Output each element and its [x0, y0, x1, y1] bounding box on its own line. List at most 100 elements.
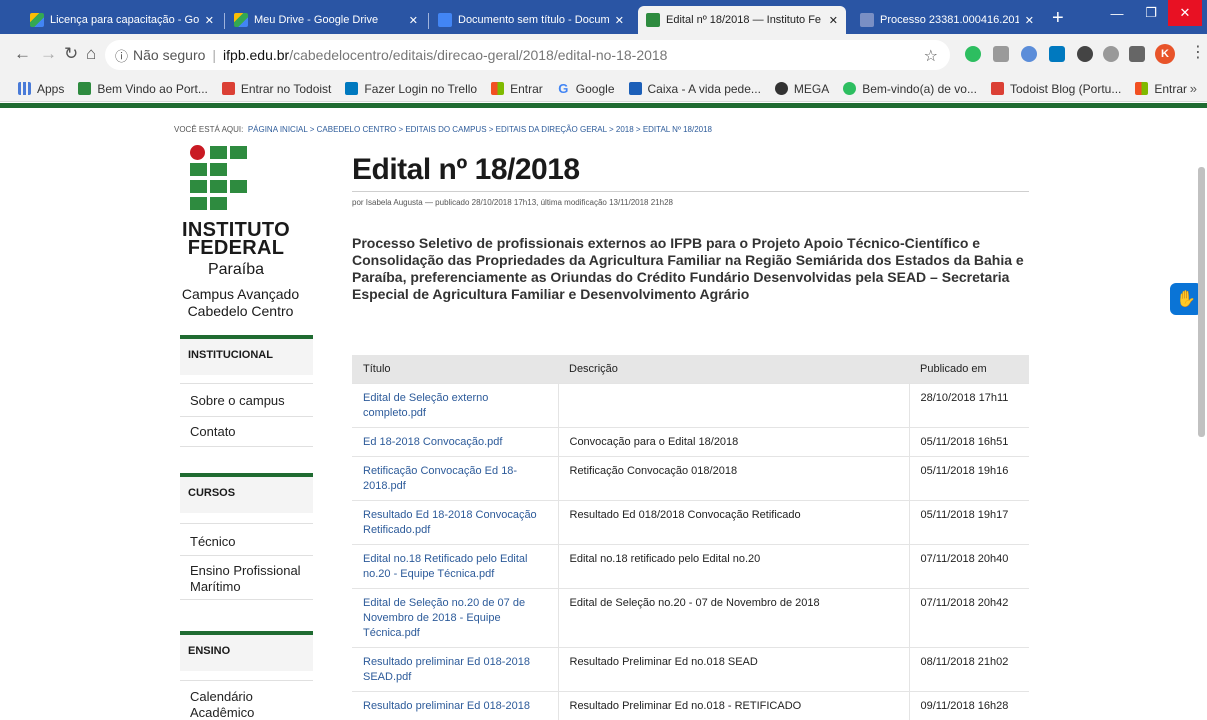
sidebar-section-cursos: CURSOS [180, 473, 313, 513]
evernote-extension-icon[interactable] [965, 46, 981, 62]
apps-grid-icon [18, 82, 31, 95]
reload-icon[interactable]: ↻ [64, 44, 78, 64]
file-description: Resultado Preliminar Ed no.018 SEAD [558, 646, 910, 691]
ifpb-favicon-icon [646, 13, 660, 27]
breadcrumb-path[interactable]: PÁGINA INICIAL > CABEDELO CENTRO > EDITA… [248, 125, 712, 134]
close-window-button[interactable]: ✕ [1168, 0, 1202, 26]
bookmark-item[interactable]: MEGA [774, 82, 829, 96]
file-link[interactable]: Resultado Ed 18-2018 Convocação Retifica… [352, 499, 559, 544]
close-tab-icon[interactable]: ✕ [205, 14, 214, 27]
page-title: Edital nº 18/2018 [352, 153, 580, 186]
bookmark-item[interactable]: Caixa - A vida pede... [628, 82, 761, 96]
bookmark-item[interactable]: Bem-vindo(a) de vo... [843, 82, 977, 96]
new-tab-button[interactable]: + [1052, 8, 1064, 28]
file-link[interactable]: Resultado preliminar Ed 018-2018 [352, 690, 559, 720]
sidebar-item-ensino-profissional-maritimo[interactable]: Ensino Profissional Marítimo [180, 563, 313, 595]
web-page: VOCÊ ESTÁ AQUI: PÁGINA INICIAL > CABEDEL… [0, 103, 1207, 720]
ifpb-favicon-icon [78, 82, 92, 95]
bookmark-item[interactable]: Apps [18, 82, 64, 96]
extension-icon[interactable] [1021, 46, 1037, 62]
column-header-publicado-em[interactable]: Publicado em [909, 355, 1029, 383]
bookmarks-more-button[interactable]: » [1190, 81, 1197, 96]
file-date: 07/11/2018 20h40 [909, 543, 1029, 588]
browser-tab[interactable]: Meu Drive - Google Drive ✕ [226, 6, 426, 34]
extension-icon[interactable] [1077, 46, 1093, 62]
extension-icon[interactable] [993, 46, 1009, 62]
trello-icon [345, 82, 359, 95]
back-arrow-icon[interactable]: ← [14, 44, 31, 64]
google-drive-icon [30, 13, 44, 27]
table-row: Retificação Convocação Ed 18-2018.pdf Re… [352, 455, 1029, 500]
close-tab-icon[interactable]: ✕ [1025, 14, 1034, 27]
file-date: 05/11/2018 19h16 [909, 455, 1029, 500]
sidebar-section-institucional: INSTITUCIONAL [180, 335, 313, 375]
browser-tab-strip: Licença para capacitação - Goog ✕ Meu Dr… [0, 0, 1207, 34]
menu-kebab-icon[interactable]: ⋮ [1190, 42, 1206, 62]
browser-tab-active[interactable]: Edital nº 18/2018 — Instituto Fe ✕ [638, 6, 846, 34]
table-row: Resultado preliminar Ed 018-2018 SEAD.pd… [352, 646, 1029, 691]
bookmark-item[interactable]: Fazer Login no Trello [345, 82, 477, 96]
scrollbar[interactable] [1198, 167, 1205, 437]
google-docs-icon [438, 13, 452, 27]
file-date: 08/11/2018 21h02 [909, 646, 1029, 691]
minimize-button[interactable]: — [1100, 0, 1134, 26]
bookmark-item[interactable]: Entrar no Todoist [221, 82, 331, 96]
trello-extension-icon[interactable] [1049, 46, 1065, 62]
file-link[interactable]: Edital de Seleção externo completo.pdf [352, 382, 559, 427]
microsoft-icon [1135, 82, 1149, 95]
forward-arrow-icon[interactable]: → [40, 44, 57, 64]
table-row: Edital no.18 Retificado pelo Edital no.2… [352, 543, 1029, 588]
info-icon[interactable]: ⓘ [115, 46, 128, 65]
bookmark-item[interactable]: Todoist Blog (Portu... [990, 82, 1121, 96]
maximize-button[interactable]: ❐ [1134, 0, 1168, 26]
tab-title: Documento sem título - Docum [458, 14, 609, 26]
table-row: Resultado Ed 18-2018 Convocação Retifica… [352, 499, 1029, 544]
mega-icon [774, 82, 788, 95]
close-tab-icon[interactable]: ✕ [829, 14, 838, 27]
tab-title: Processo 23381.000416.2019-1: [880, 14, 1019, 26]
file-description: Edital de Seleção no.20 - 07 de Novembro… [558, 587, 910, 647]
bookmark-item[interactable]: G Google [557, 82, 614, 96]
google-drive-icon [234, 13, 248, 27]
sei-favicon-icon [860, 13, 874, 27]
file-link[interactable]: Retificação Convocação Ed 18-2018.pdf [352, 455, 559, 500]
extension-icon[interactable] [1103, 46, 1119, 62]
browser-tab[interactable]: Processo 23381.000416.2019-1: ✕ [852, 6, 1042, 34]
column-header-titulo[interactable]: Título [352, 355, 558, 383]
title-divider [352, 191, 1029, 192]
bookmark-star-icon[interactable]: ☆ [924, 46, 938, 66]
sidebar-item-tecnico[interactable]: Técnico [180, 534, 313, 550]
browser-tab[interactable]: Documento sem título - Docum ✕ [430, 6, 632, 34]
file-link[interactable]: Ed 18-2018 Convocação.pdf [352, 426, 559, 456]
file-date: 28/10/2018 17h11 [909, 382, 1029, 427]
close-tab-icon[interactable]: ✕ [409, 14, 418, 27]
home-icon[interactable]: ⌂ [86, 44, 96, 64]
file-link[interactable]: Edital no.18 Retificado pelo Edital no.2… [352, 543, 559, 588]
file-link[interactable]: Edital de Seleção no.20 de 07 de Novembr… [352, 587, 559, 647]
address-bar[interactable]: ⓘ Não seguro | ifpb.edu.br /cabedelocent… [105, 40, 950, 70]
sidebar-item-contato[interactable]: Contato [180, 424, 313, 440]
sidebar-item-sobre-o-campus[interactable]: Sobre o campus [180, 393, 313, 409]
browser-tab[interactable]: Licença para capacitação - Goog ✕ [22, 6, 222, 34]
column-header-descricao[interactable]: Descrição [558, 355, 909, 383]
bookmark-item[interactable]: Entrar [491, 82, 543, 96]
file-description: Retificação Convocação 018/2018 [558, 455, 910, 500]
file-link[interactable]: Resultado preliminar Ed 018-2018 SEAD.pd… [352, 646, 559, 691]
browser-toolbar: ← → ↻ ⌂ ⓘ Não seguro | ifpb.edu.br /cabe… [0, 34, 1207, 76]
document-byline: por Isabela Augusta — publicado 28/10/20… [352, 198, 673, 207]
table-row: Ed 18-2018 Convocação.pdf Convocação par… [352, 426, 1029, 456]
not-secure-label: Não seguro [133, 47, 206, 63]
close-tab-icon[interactable]: ✕ [615, 14, 624, 27]
extension-icon[interactable] [1129, 46, 1145, 62]
site-top-bar [0, 103, 1207, 108]
breadcrumb-prefix: VOCÊ ESTÁ AQUI: [174, 125, 244, 134]
file-description: Edital no.18 retificado pelo Edital no.2… [558, 543, 910, 588]
bookmark-item[interactable]: Bem Vindo ao Port... [78, 82, 208, 96]
bookmark-item[interactable]: Entrar [1135, 82, 1187, 96]
table-row: Edital de Seleção no.20 de 07 de Novembr… [352, 587, 1029, 647]
tab-title: Meu Drive - Google Drive [254, 14, 379, 26]
table-header-row: Título Descrição Publicado em [352, 355, 1029, 383]
sidebar-item-calendario-academico[interactable]: Calendário Acadêmico [180, 689, 313, 720]
institute-name: INSTITUTO FEDERAL [182, 219, 290, 259]
profile-avatar[interactable]: K [1155, 44, 1175, 64]
